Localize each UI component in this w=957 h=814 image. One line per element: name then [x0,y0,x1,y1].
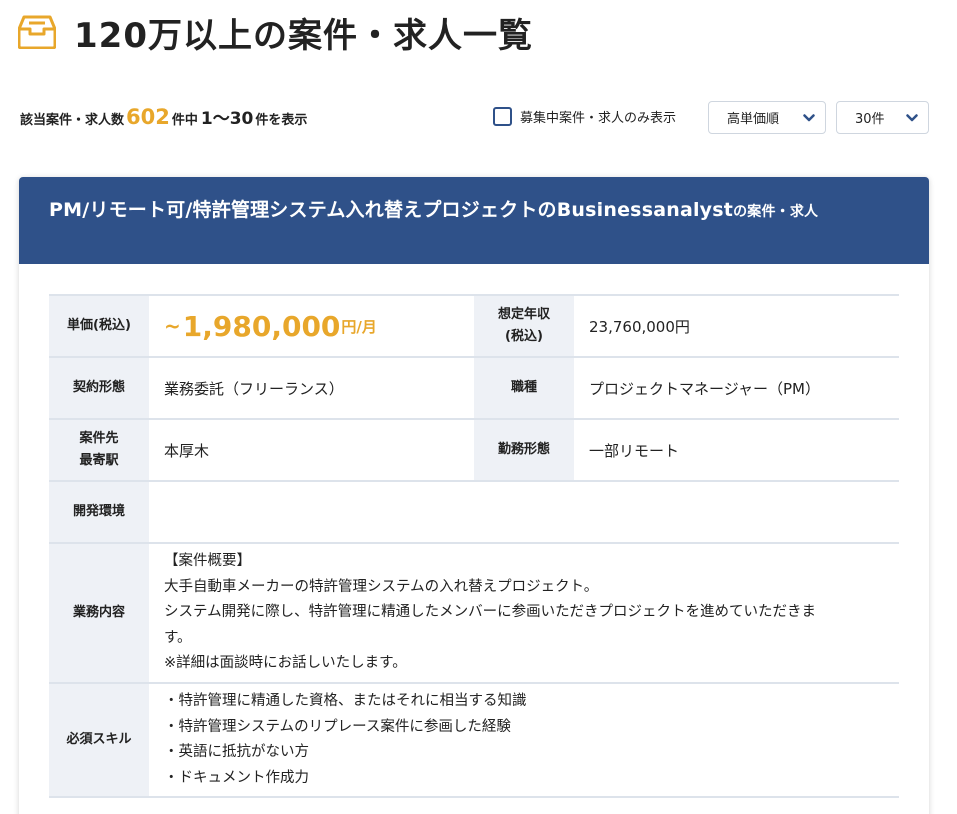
skill-line: ・特許管理システムのリプレース案件に参画した経験 [164,718,511,735]
price-label: 単価(税込) [49,296,149,356]
result-total: 602 [126,105,170,129]
chevron-down-icon [803,113,815,121]
sort-select-value: 高単価順 [727,112,780,127]
annual-income-value: 23,760,000円 [589,317,690,336]
role-value: プロジェクトマネージャー（PM） [589,379,820,398]
station-label-line2: 最寄駅 [79,453,119,468]
per-page-select-value: 30件 [855,112,885,127]
required-skills-label: 必須スキル [49,684,149,796]
recruiting-only-checkbox[interactable] [493,107,512,126]
job-title[interactable]: PM/リモート可/特許管理システム入れ替えプロジェクトのBusinessanal… [49,197,899,225]
table-row: 案件先 最寄駅 本厚木 勤務形態 一部リモート [49,420,899,482]
sort-select[interactable]: 高単価順 [708,101,826,134]
inbox-tray-icon [18,15,56,49]
result-count: 該当案件・求人数 602 件中 1〜30 件を表示 [20,104,307,129]
chevron-down-icon [906,113,918,121]
station-value: 本厚木 [164,441,210,460]
skill-line: ・特許管理に精通した資格、またはそれに相当する知識 [164,693,527,709]
per-page-select[interactable]: 30件 [836,101,929,134]
job-card: PM/リモート可/特許管理システム入れ替えプロジェクトのBusinessanal… [19,177,929,814]
table-row: 単価(税込) ~ 1,980,000 円/月 想定年収 (税込) 23,760,… [49,296,899,358]
recruiting-only-label: 募集中案件・求人のみ表示 [520,111,677,126]
price-unit: 円/月 [341,317,377,336]
annual-income-label-line1: 想定年収 [497,307,550,322]
required-skills-value: ・特許管理に精通した資格、またはそれに相当する知識 ・特許管理システムのリプレー… [149,684,899,796]
contract-value: 業務委託（フリーランス） [164,379,344,398]
dev-env-value [149,482,899,542]
work-style-label: 勤務形態 [474,420,574,480]
result-count-suffix: 件を表示 [255,113,308,128]
skill-line: ・ドキュメント作成力 [164,769,309,786]
result-count-middle: 件中 [171,113,198,128]
station-label-line1: 案件先 [79,431,119,446]
table-row: 必須スキル ・特許管理に精通した資格、またはそれに相当する知識 ・特許管理システ… [49,684,899,798]
contract-label: 契約形態 [49,358,149,418]
description-value: 【案件概要】 大手自動車メーカーの特許管理システムの入れ替えプロジェクト。 シス… [149,544,899,682]
page-header: 120万以上の案件・求人一覧 [18,6,533,58]
price-value: ~ 1,980,000 円/月 [149,296,474,356]
result-range: 1〜30 [200,109,254,129]
dev-env-label: 開発環境 [49,482,149,542]
recruiting-only-filter[interactable]: 募集中案件・求人のみ表示 [493,107,676,126]
price-tilde: ~ [164,314,181,338]
description-line: 大手自動車メーカーの特許管理システムの入れ替えプロジェクト。 [164,578,599,595]
annual-income-label: 想定年収 (税込) [474,296,574,356]
description-line: システム開発に際し、特許管理に精通したメンバーに参画いただきプロジェクトを進めて… [164,604,817,621]
table-row: 契約形態 業務委託（フリーランス） 職種 プロジェクトマネージャー（PM） [49,358,899,420]
table-row: 業務内容 【案件概要】 大手自動車メーカーの特許管理システムの入れ替えプロジェク… [49,544,899,684]
price-amount: 1,980,000 [182,309,341,343]
description-line: す。 [164,629,192,646]
role-label: 職種 [474,358,574,418]
description-line: 【案件概要】 [164,553,251,570]
description-label: 業務内容 [49,544,149,682]
job-card-header[interactable]: PM/リモート可/特許管理システム入れ替えプロジェクトのBusinessanal… [19,177,929,264]
station-label: 案件先 最寄駅 [49,420,149,480]
table-row: 開発環境 [49,482,899,544]
annual-income-label-line2: (税込) [505,329,543,344]
description-line: ※詳細は面談時にお話しいたします。 [164,655,407,672]
work-style-value: 一部リモート [589,441,680,460]
job-title-main[interactable]: PM/リモート可/特許管理システム入れ替えプロジェクトのBusinessanal… [49,199,733,221]
skill-line: ・英語に抵抗がない方 [164,744,309,760]
result-count-prefix: 該当案件・求人数 [20,113,125,128]
job-detail-table: 単価(税込) ~ 1,980,000 円/月 想定年収 (税込) 23,760,… [49,294,899,798]
page-title: 120万以上の案件・求人一覧 [74,15,533,56]
job-title-suffix[interactable]: の案件・求人 [733,204,818,220]
